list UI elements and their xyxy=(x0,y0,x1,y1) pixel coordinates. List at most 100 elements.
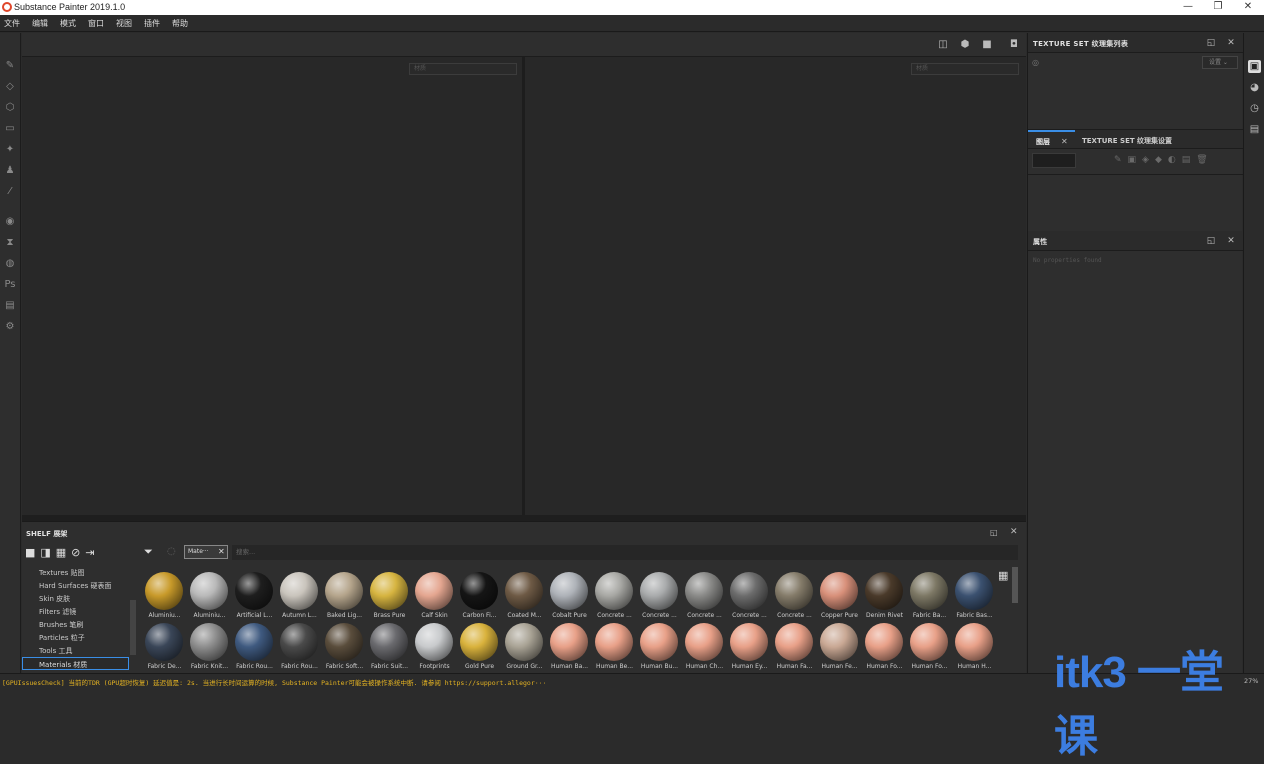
material-thumbnail[interactable]: Human Fo... xyxy=(907,621,952,673)
layer-blend-field[interactable] xyxy=(1032,153,1076,168)
menu-edit[interactable]: 编辑 xyxy=(32,18,48,29)
shelf-category-hard-surfaces[interactable]: Hard Surfaces 硬表面 xyxy=(39,581,112,591)
projection-icon[interactable]: ⬡ xyxy=(3,101,17,115)
menu-plugins[interactable]: 插件 xyxy=(144,18,160,29)
material-thumbnail[interactable]: Human Be... xyxy=(592,621,637,673)
menu-window[interactable]: 窗口 xyxy=(88,18,104,29)
material-thumbnail[interactable]: Ground Gr... xyxy=(502,621,547,673)
material-thumbnail[interactable]: Human H... xyxy=(952,621,997,673)
eraser-icon[interactable]: ◇ xyxy=(3,80,17,94)
maximize-button[interactable]: ❐ xyxy=(1210,1,1226,13)
material-thumbnail[interactable]: Aluminiu... xyxy=(187,570,232,622)
material-thumbnail[interactable]: Copper Pure xyxy=(817,570,862,622)
split-view-icon[interactable]: ◫ xyxy=(936,38,950,52)
smudge-icon[interactable]: ✦ xyxy=(3,143,17,157)
viewport-3d[interactable]: 材质 xyxy=(22,57,522,515)
shelf-category-tools[interactable]: Tools 工具 xyxy=(39,646,72,656)
material-thumbnail[interactable]: Fabric Ba... xyxy=(907,570,952,622)
filter-icon[interactable]: ⏷ xyxy=(144,545,153,559)
history-icon[interactable]: ◷ xyxy=(1248,102,1261,115)
display-mode-icon[interactable]: ⬢ xyxy=(958,38,972,52)
shelf-category-textures[interactable]: Textures 贴图 xyxy=(39,568,85,578)
shelf-category-materials-selected[interactable]: Materials 材质 xyxy=(22,657,129,670)
layer-action-icons[interactable]: ✎▣◈◆◐▤🗑 xyxy=(1114,155,1214,165)
material-thumbnail[interactable]: Fabric Bas... xyxy=(952,570,997,622)
float-panel-icon[interactable]: ◱ xyxy=(1205,235,1217,247)
menu-file[interactable]: 文件 xyxy=(4,18,20,29)
material-thumbnail[interactable]: Baked Lig... xyxy=(322,570,367,622)
material-thumbnail[interactable]: Concrete ... xyxy=(592,570,637,622)
tab-texture-set-settings[interactable]: TEXTURE SET 纹理集设置 xyxy=(1082,136,1172,146)
material-thumbnail[interactable]: Concrete ... xyxy=(727,570,772,622)
material-thumbnail[interactable]: Brass Pure xyxy=(367,570,412,622)
texture-set-list-icon[interactable]: ▣ xyxy=(1248,60,1261,73)
texture-set-settings-dropdown[interactable]: 设置 ⌄ xyxy=(1202,56,1238,69)
tab-layers[interactable]: 图层 ✕ xyxy=(1028,130,1075,150)
shelf-scrollbar[interactable] xyxy=(1012,567,1018,603)
material-thumbnail[interactable]: Carbon Fi... xyxy=(457,570,502,622)
menu-help[interactable]: 帮助 xyxy=(172,18,188,29)
viewport-2d-material-field[interactable]: 材质 xyxy=(911,63,1019,75)
material-thumbnail[interactable]: Fabric Rou... xyxy=(277,621,322,673)
bake-icon[interactable]: ◍ xyxy=(3,257,17,271)
shelf-folder-icons[interactable]: ■◨▦⊘⇥ xyxy=(25,546,100,559)
material-thumbnail[interactable]: Human Ey... xyxy=(727,621,772,673)
document-icon[interactable]: ▤ xyxy=(3,299,17,313)
viewport-2d[interactable]: 材质 xyxy=(525,57,1026,515)
display-settings-icon[interactable]: ◕ xyxy=(1248,81,1261,94)
material-thumbnail[interactable]: Denim Rivet xyxy=(862,570,907,622)
material-thumbnail[interactable]: Human Fa... xyxy=(772,621,817,673)
photoshop-export-icon[interactable]: Ps xyxy=(3,278,17,292)
material-thumbnail[interactable]: Human Ba... xyxy=(547,621,592,673)
remove-filter-icon[interactable]: ✕ xyxy=(218,546,225,558)
material-mode-icon[interactable]: ◉ xyxy=(3,215,17,229)
shelf-category-brushes[interactable]: Brushes 笔刷 xyxy=(39,620,83,630)
material-thumbnail[interactable]: Footprints xyxy=(412,621,457,673)
color-picker-icon[interactable]: ⁄ xyxy=(3,185,17,199)
material-thumbnail[interactable]: Autumn L... xyxy=(277,570,322,622)
material-thumbnail[interactable]: Concrete ... xyxy=(772,570,817,622)
camera-icon[interactable]: ■ xyxy=(980,38,994,52)
close-panel-icon[interactable]: ✕ xyxy=(1225,37,1237,49)
tab-close-icon[interactable]: ✕ xyxy=(1061,137,1068,146)
category-scrollbar[interactable] xyxy=(130,600,136,655)
shelf-category-skin[interactable]: Skin 皮肤 xyxy=(39,594,70,604)
material-thumbnail[interactable]: Concrete ... xyxy=(682,570,727,622)
geometry-mask-icon[interactable]: ▭ xyxy=(3,122,17,136)
screenshot-icon[interactable]: ◘ xyxy=(1007,38,1021,52)
material-thumbnail[interactable]: Fabric Knit... xyxy=(187,621,232,673)
shelf-search-input[interactable]: 搜索... xyxy=(232,545,1018,560)
material-thumbnail[interactable]: Fabric Suit... xyxy=(367,621,412,673)
material-thumbnail[interactable]: Aluminiu... xyxy=(142,570,187,622)
material-thumbnail[interactable]: Gold Pure xyxy=(457,621,502,673)
material-thumbnail[interactable]: Human Bu... xyxy=(637,621,682,673)
material-thumbnail[interactable]: Cobalt Pure xyxy=(547,570,592,622)
menu-view[interactable]: 视图 xyxy=(116,18,132,29)
close-button[interactable]: ✕ xyxy=(1240,1,1256,13)
close-panel-icon[interactable]: ✕ xyxy=(1010,527,1018,537)
menu-mode[interactable]: 模式 xyxy=(60,18,76,29)
eye-icon[interactable]: ◎ xyxy=(1032,58,1042,68)
paint-brush-icon[interactable]: ✎ xyxy=(3,59,17,73)
material-thumbnail[interactable]: Fabric Rou... xyxy=(232,621,277,673)
close-panel-icon[interactable]: ✕ xyxy=(1225,235,1237,247)
material-thumbnail[interactable]: Coated M... xyxy=(502,570,547,622)
float-panel-icon[interactable]: ◱ xyxy=(990,528,998,537)
filter-tag[interactable]: Mate··· ✕ xyxy=(184,545,228,559)
material-thumbnail[interactable]: Fabric Soft... xyxy=(322,621,367,673)
viewport-3d-material-field[interactable]: 材质 xyxy=(409,63,517,75)
minimize-button[interactable]: — xyxy=(1180,1,1196,13)
material-thumbnail[interactable]: Human Ch... xyxy=(682,621,727,673)
material-thumbnail[interactable]: Human Fe... xyxy=(817,621,862,673)
material-thumbnail[interactable]: Fabric De... xyxy=(142,621,187,673)
hourglass-icon[interactable]: ⧗ xyxy=(3,236,17,250)
log-icon[interactable]: ▤ xyxy=(1248,123,1261,136)
material-thumbnail[interactable]: Human Fo... xyxy=(862,621,907,673)
shelf-category-particles[interactable]: Particles 粒子 xyxy=(39,633,85,643)
material-thumbnail[interactable]: Artificial L... xyxy=(232,570,277,622)
material-thumbnail[interactable]: Calf Skin xyxy=(412,570,457,622)
shelf-category-filters[interactable]: Filters 滤镜 xyxy=(39,607,76,617)
settings-gear-icon[interactable]: ⚙ xyxy=(3,320,17,334)
material-thumbnail[interactable]: Concrete ... xyxy=(637,570,682,622)
float-panel-icon[interactable]: ◱ xyxy=(1205,37,1217,49)
